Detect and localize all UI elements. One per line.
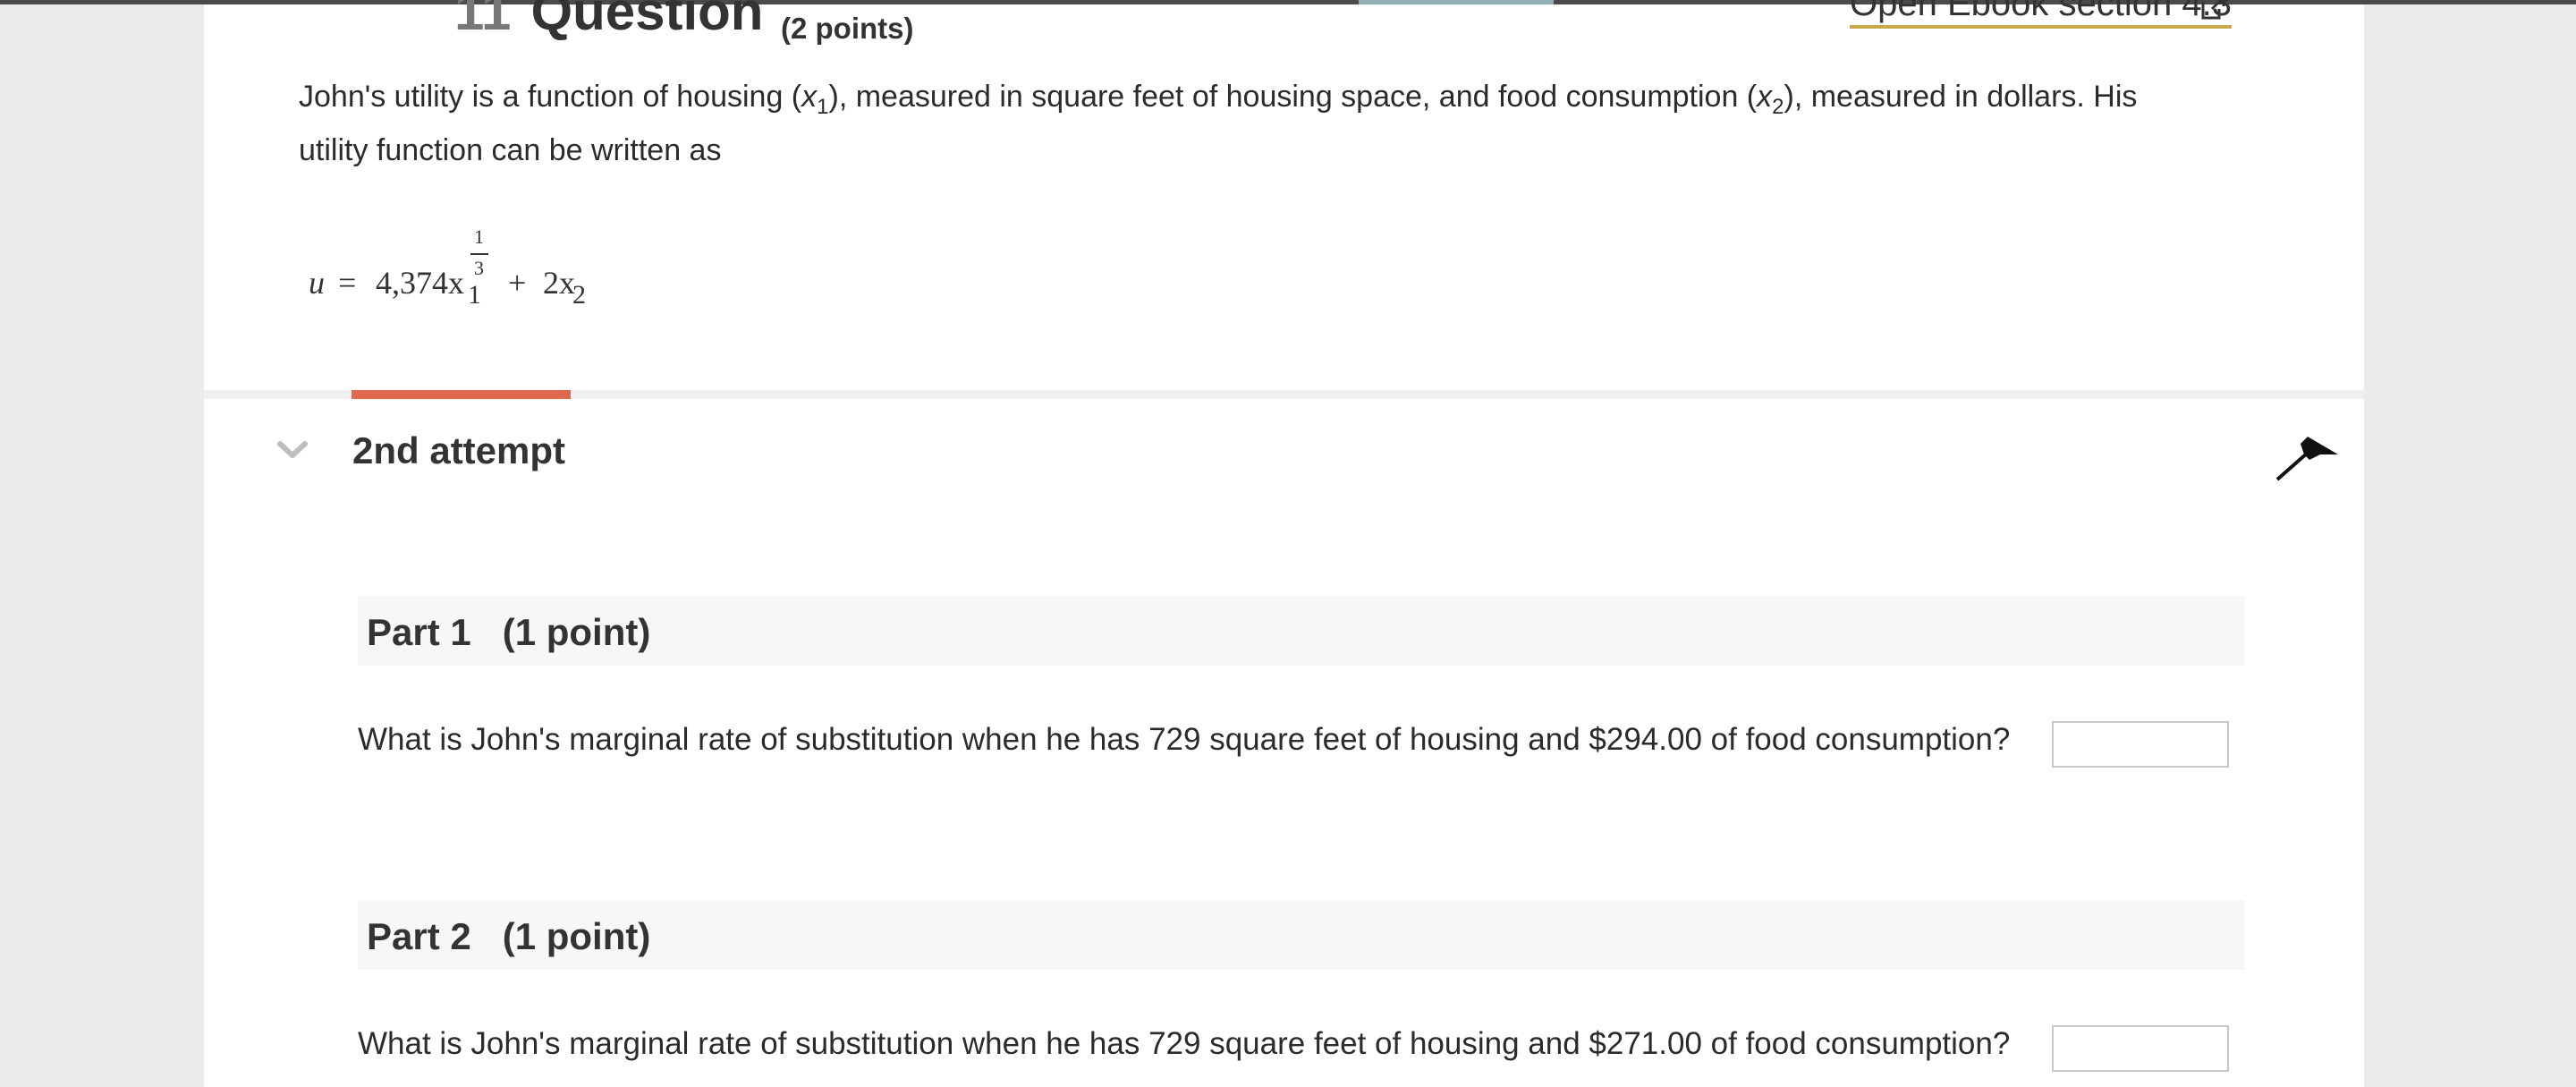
- formula-plus: +: [508, 265, 527, 301]
- question-text: John's utility is a function of housing …: [299, 80, 2138, 167]
- part-1-label: Part 1 (1 point): [367, 611, 651, 653]
- formula-sub1: 1: [468, 280, 481, 310]
- question-card: 11 Question (2 points): [204, 0, 2364, 390]
- formula-u: u: [309, 265, 325, 301]
- part-2-header: Part 2 (1 point): [358, 900, 2245, 970]
- formula-fraction-bar: [470, 253, 488, 255]
- attempt-tab-indicator: [352, 390, 571, 399]
- chevron-down-icon[interactable]: [277, 440, 308, 460]
- question-points: (2 points): [781, 12, 914, 45]
- attempt-label[interactable]: 2nd attempt: [352, 429, 565, 473]
- part-1-question: What is John's marginal rate of substitu…: [358, 722, 2011, 757]
- formula-exp-den: 3: [474, 257, 484, 279]
- formula-exp-num: 1: [474, 225, 484, 248]
- part-1-header: Part 1 (1 point): [358, 596, 2245, 666]
- formula-sub2: 2: [572, 280, 586, 310]
- part-1-answer-input[interactable]: [2052, 721, 2229, 768]
- part-2-answer-input[interactable]: [2052, 1025, 2229, 1072]
- question-title-text: Question: [530, 0, 764, 41]
- question-title: 11 Question: [454, 0, 763, 38]
- question-number: 11: [454, 0, 512, 41]
- external-link-icon[interactable]: [2199, 0, 2226, 21]
- pin-icon[interactable]: [2274, 428, 2342, 481]
- part-2-question: What is John's marginal rate of substitu…: [358, 1026, 2011, 1061]
- open-ebook-link[interactable]: Open Ebook section 4.3: [1850, 0, 2232, 29]
- formula-equals: =: [338, 265, 357, 301]
- formula-term2: 2x: [543, 265, 575, 301]
- part-2-label: Part 2 (1 point): [367, 915, 651, 957]
- formula-coefficient: 4,374x: [376, 265, 464, 301]
